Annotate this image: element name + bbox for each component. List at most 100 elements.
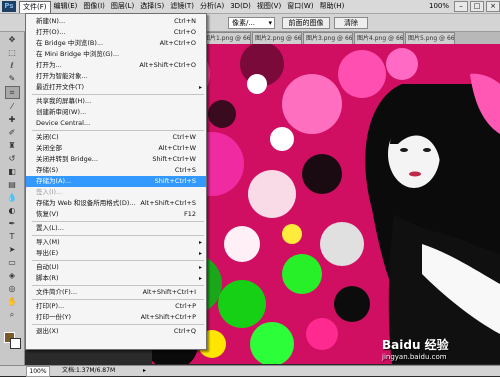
submenu-arrow-icon: ▸ xyxy=(198,250,202,257)
menu-item-label: 在 Bridge 中浏览(B)... xyxy=(36,39,104,47)
history-brush-tool-icon[interactable]: ↺ xyxy=(6,153,19,164)
menu-item-new[interactable]: 新建(N)... Ctrl+N xyxy=(26,16,206,27)
menu-item-label: 新建(N)... xyxy=(36,17,66,25)
menu-view[interactable]: 视图(V) xyxy=(254,1,284,12)
tab-image-1[interactable]: 图片1.png @ 66.7...× xyxy=(201,32,251,44)
tab-image-4[interactable]: 图片4.png @ 66.7...× xyxy=(354,32,404,44)
3d-rotate-tool-icon[interactable]: ◈ xyxy=(6,270,19,281)
menu-item-browse-bridge[interactable]: 在 Bridge 中浏览(B)... Alt+Ctrl+O xyxy=(26,38,206,49)
menu-item-print[interactable]: 打印(P)... Ctrl+P xyxy=(26,301,206,312)
menu-item-label: 存储(S) xyxy=(36,166,59,174)
shortcut-label: Ctrl+P xyxy=(175,302,196,310)
menu-item-open-as[interactable]: 打开为... Alt+Shift+Ctrl+O xyxy=(26,60,206,71)
menu-separator xyxy=(32,285,204,286)
pen-tool-icon[interactable]: ✒ xyxy=(6,218,19,229)
background-color-swatch[interactable] xyxy=(10,338,21,349)
menu-item-file-info[interactable]: 文件简介(F)... Alt+Shift+Ctrl+I xyxy=(26,287,206,298)
clone-stamp-tool-icon[interactable]: ♜ xyxy=(6,140,19,151)
menu-item-automate[interactable]: 自动(U) ▸ xyxy=(26,262,206,273)
menu-help[interactable]: 帮助(H) xyxy=(317,1,348,12)
3d-orbit-tool-icon[interactable]: ◎ xyxy=(6,283,19,294)
close-window-button[interactable]: × xyxy=(486,1,500,12)
menu-item-open[interactable]: 打开(O)... Ctrl+O xyxy=(26,27,206,38)
menu-analysis[interactable]: 分析(A) xyxy=(197,1,227,12)
menu-item-export[interactable]: 导出(E) ▸ xyxy=(26,248,206,259)
blur-tool-icon[interactable]: 💧 xyxy=(6,192,19,203)
menu-item-close[interactable]: 关闭(C) Ctrl+W xyxy=(26,132,206,143)
type-tool-icon[interactable]: T xyxy=(6,231,19,242)
menu-edit[interactable]: 编辑(E) xyxy=(51,1,81,12)
eyedropper-tool-icon[interactable]: ⁄ xyxy=(6,101,19,112)
menu-item-exit[interactable]: 退出(X) Ctrl+Q xyxy=(26,326,206,337)
menu-3d[interactable]: 3D(D) xyxy=(227,1,254,12)
photoshop-logo: Ps xyxy=(2,1,16,12)
clear-button[interactable]: 清除 xyxy=(334,17,368,29)
top-zoom-level[interactable]: 100% xyxy=(426,1,452,12)
path-select-tool-icon[interactable]: ➤ xyxy=(6,244,19,255)
menu-item-revert[interactable]: 恢复(V) F12 xyxy=(26,209,206,220)
lasso-tool-icon[interactable]: ℓ xyxy=(6,60,19,71)
menu-item-open-as-smart-object[interactable]: 打开为智能对象... xyxy=(26,71,206,82)
dodge-tool-icon[interactable]: ◐ xyxy=(6,205,19,216)
crop-tool-icon[interactable]: ⌗ xyxy=(4,86,20,99)
file-menu-dropdown: 新建(N)... Ctrl+N 打开(O)... Ctrl+O 在 Bridge 中… xyxy=(25,13,207,350)
menu-item-device-central[interactable]: Device Central... xyxy=(26,118,206,129)
menu-item-share-screen[interactable]: 共享我的屏幕(H)... xyxy=(26,96,206,107)
tab-image-2[interactable]: 图片2.png @ 66.7...× xyxy=(252,32,302,44)
status-bar: 100% 文档:1.37M/6.87M ▸ xyxy=(0,365,500,377)
menu-item-browse-mini-bridge[interactable]: 在 Mini Bridge 中浏览(G)... xyxy=(26,49,206,60)
marquee-tool-icon[interactable]: ⬚ xyxy=(6,47,19,58)
menu-separator xyxy=(32,130,204,131)
menu-image[interactable]: 图像(I) xyxy=(80,1,108,12)
shortcut-label: Ctrl+O xyxy=(173,28,196,36)
menu-item-import[interactable]: 导入(M) ▸ xyxy=(26,237,206,248)
menu-item-save[interactable]: 存储(S) Ctrl+S xyxy=(26,165,206,176)
hand-tool-icon[interactable]: ✋ xyxy=(6,296,19,307)
menu-window[interactable]: 窗口(W) xyxy=(284,1,316,12)
menu-item-place[interactable]: 置入(L)... xyxy=(26,223,206,234)
menu-bar: Ps 文件(F) 编辑(E) 图像(I) 图层(L) 选择(S) 滤镜(T) 分… xyxy=(0,0,500,14)
zoom-tool-icon[interactable]: ⌕ xyxy=(6,309,19,320)
shortcut-label: Alt+Shift+Ctrl+S xyxy=(140,199,196,207)
menu-item-label: 关闭(C) xyxy=(36,133,59,141)
menu-item-save-as[interactable]: 存储为(A)... Shift+Ctrl+S xyxy=(26,176,206,187)
healing-brush-tool-icon[interactable]: ✚ xyxy=(6,114,19,125)
tab-label: 图片1.png @ 66.7... xyxy=(204,35,251,42)
minimize-button[interactable]: – xyxy=(454,1,468,12)
front-image-button[interactable]: 前面的图像 xyxy=(282,17,330,29)
quick-select-tool-icon[interactable]: ✎ xyxy=(6,73,19,84)
brush-tool-icon[interactable]: ✐ xyxy=(6,127,19,138)
menu-layer[interactable]: 图层(L) xyxy=(108,1,137,12)
shortcut-label: Alt+Shift+Ctrl+I xyxy=(142,288,196,296)
maximize-button[interactable]: □ xyxy=(470,1,484,12)
tab-image-5[interactable]: 图片5.png @ 66.7...× xyxy=(405,32,455,44)
status-zoom-field[interactable]: 100% xyxy=(26,366,50,377)
watermark-logo: Baidu 经验 xyxy=(382,338,449,352)
menu-item-label: 共享我的屏幕(H)... xyxy=(36,97,92,105)
shortcut-label: Alt+Shift+Ctrl+P xyxy=(140,313,196,321)
menu-item-check-in[interactable]: 签入(I)... xyxy=(26,187,206,198)
menu-item-close-all[interactable]: 关闭全部 Alt+Ctrl+W xyxy=(26,143,206,154)
menu-select[interactable]: 选择(S) xyxy=(137,1,167,12)
gradient-tool-icon[interactable]: ▤ xyxy=(6,179,19,190)
menu-item-save-for-web[interactable]: 存储为 Web 和设备所用格式(D)... Alt+Shift+Ctrl+S xyxy=(26,198,206,209)
tab-label: 图片2.png @ 66.7... xyxy=(255,35,302,42)
menu-item-recent-files[interactable]: 最近打开文件(T) ▸ xyxy=(26,82,206,93)
tab-image-3[interactable]: 图片3.png @ 66.7...× xyxy=(303,32,353,44)
menu-filter[interactable]: 滤镜(T) xyxy=(167,1,197,12)
menu-file[interactable]: 文件(F) xyxy=(19,0,51,13)
resolution-unit-select[interactable]: 像素/... ▾ xyxy=(228,17,275,29)
shape-tool-icon[interactable]: ▭ xyxy=(6,257,19,268)
eraser-tool-icon[interactable]: ◧ xyxy=(6,166,19,177)
menu-item-print-one-copy[interactable]: 打印一份(Y) Alt+Shift+Ctrl+P xyxy=(26,312,206,323)
menu-separator xyxy=(32,235,204,236)
menu-item-label: 退出(X) xyxy=(36,327,59,335)
document-tab-bar: 图片1.png @ 66.7...× 图片2.png @ 66.7...× 图片… xyxy=(200,32,500,44)
menu-item-scripts[interactable]: 脚本(R) ▸ xyxy=(26,273,206,284)
menu-item-label: 打开为... xyxy=(36,61,62,69)
menu-item-close-and-go-to-bridge[interactable]: 关闭并转到 Bridge... Shift+Ctrl+W xyxy=(26,154,206,165)
menu-item-create-review[interactable]: 创建新审阅(W)... xyxy=(26,107,206,118)
tab-label: 图片3.png @ 66.7... xyxy=(306,35,353,42)
move-tool-icon[interactable]: ✥ xyxy=(6,34,19,45)
menu-separator xyxy=(32,299,204,300)
